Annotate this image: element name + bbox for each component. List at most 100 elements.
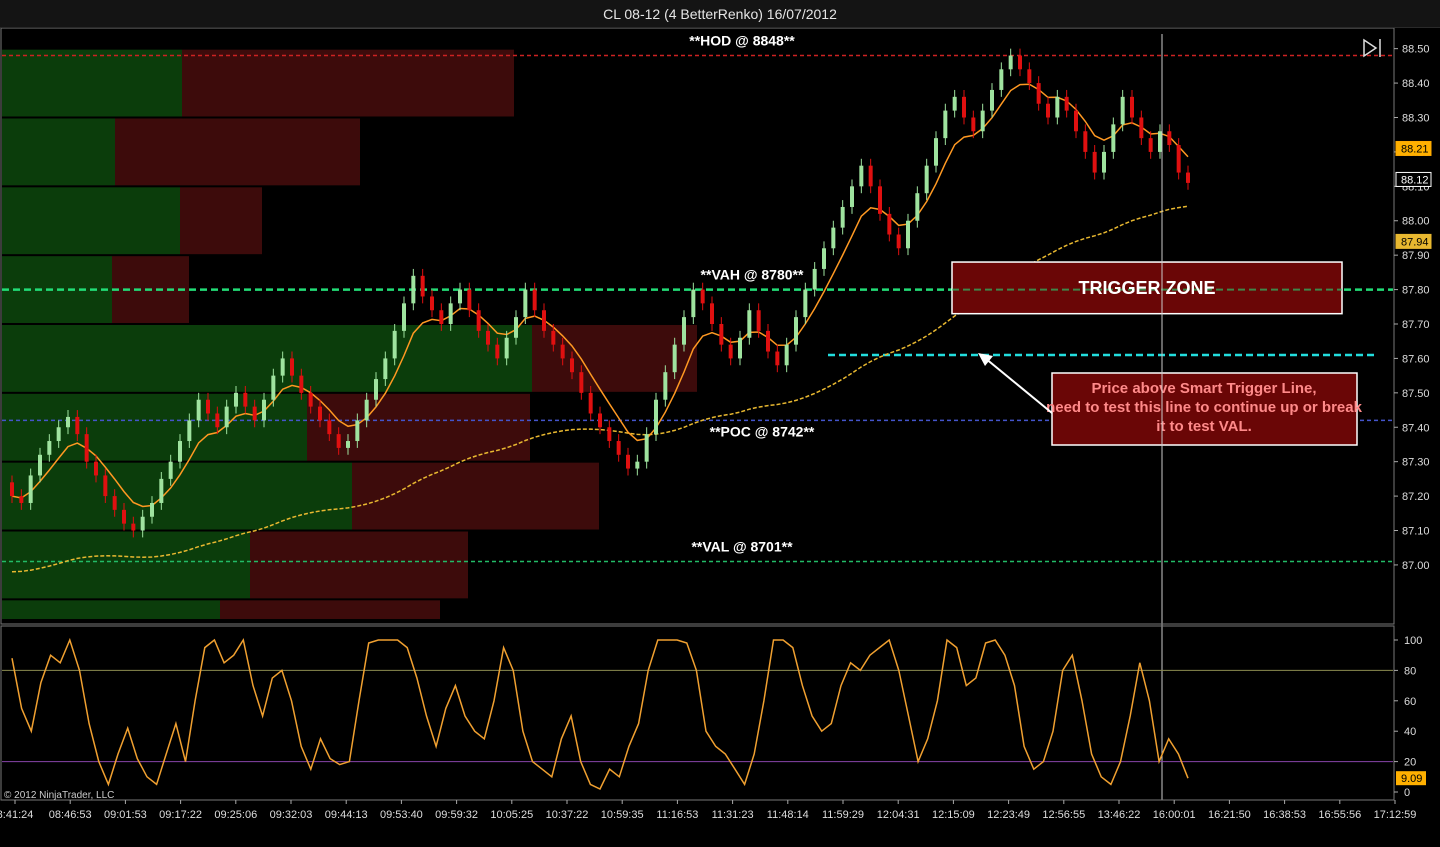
candle-body — [532, 289, 537, 311]
x-tick-label: 11:16:53 — [656, 809, 698, 821]
candle-body — [280, 358, 285, 376]
candle-body — [215, 413, 220, 428]
candle-body — [523, 289, 528, 318]
candle-body — [430, 296, 434, 311]
x-tick-label: 17:12:59 — [1374, 809, 1417, 821]
candle-body — [607, 427, 612, 442]
sma-price-tag: 87.94 — [1401, 236, 1429, 248]
candle-body — [411, 275, 416, 304]
candle-body — [476, 310, 481, 331]
candle-body — [1139, 117, 1144, 139]
candle-body — [710, 303, 714, 324]
candle-body — [122, 509, 126, 524]
candle-body — [887, 213, 892, 235]
stoch-tick-label: 60 — [1404, 696, 1416, 708]
vp-buy-bar — [2, 462, 352, 530]
candle-body — [1036, 83, 1041, 104]
y-tick-label: 88.30 — [1402, 112, 1430, 124]
candle-body — [1102, 151, 1106, 173]
candle-body — [1092, 151, 1097, 173]
candle-body — [822, 248, 826, 269]
candle-body — [971, 117, 976, 132]
y-tick-label: 87.10 — [1402, 526, 1430, 538]
candle-body — [635, 461, 640, 469]
x-tick-label: 12:56:55 — [1042, 809, 1085, 821]
y-tick-label: 88.00 — [1402, 216, 1430, 228]
candle-body — [794, 317, 798, 345]
candle-body — [1167, 131, 1172, 146]
candle-body — [626, 454, 630, 469]
candle-body — [570, 358, 574, 373]
candle-body — [458, 289, 462, 304]
level-label-vah: **VAH @ 8780** — [701, 267, 804, 283]
x-tick-label: 09:25:06 — [214, 809, 257, 821]
candle-body — [738, 337, 742, 359]
candle-body — [934, 138, 938, 166]
candle-body — [1018, 55, 1022, 70]
vp-sell-bar — [220, 600, 440, 619]
candle-body — [206, 399, 210, 414]
x-tick-label: 12:23:49 — [987, 809, 1030, 821]
x-tick-label: 11:59:29 — [822, 809, 864, 821]
candle-body — [38, 454, 42, 476]
candle-body — [448, 303, 453, 324]
x-tick-label: 10:37:22 — [546, 809, 589, 821]
candle-body — [131, 523, 136, 531]
candle-body — [159, 478, 164, 503]
candle-body — [243, 392, 248, 407]
x-tick-label: 13:46:22 — [1098, 809, 1141, 821]
candle-body — [682, 317, 686, 345]
last-price-tag: 88.21 — [1401, 143, 1429, 155]
vp-sell-bar — [180, 187, 262, 255]
candle-body — [1055, 96, 1060, 118]
candle-body — [1008, 55, 1013, 70]
candle-body — [840, 206, 845, 228]
candle-body — [187, 420, 192, 442]
x-tick-label: 12:15:09 — [932, 809, 975, 821]
candle-body — [1186, 172, 1190, 183]
candle-body — [1027, 69, 1032, 84]
y-tick-label: 87.40 — [1402, 422, 1430, 434]
candle-body — [551, 330, 556, 345]
vp-buy-bar — [2, 187, 180, 255]
candle-body — [318, 406, 322, 421]
vp-buy-bar — [2, 118, 115, 186]
candle-body — [1148, 138, 1153, 152]
level-label-poc: **POC @ 8742** — [710, 423, 815, 439]
candle-body — [392, 330, 397, 359]
x-tick-label: 09:44:13 — [325, 809, 368, 821]
candle-body — [467, 289, 472, 311]
candle-body — [336, 434, 341, 448]
x-tick-label: 11:48:14 — [767, 809, 809, 821]
candle-body — [542, 310, 546, 331]
stoch-tick-label: 100 — [1404, 635, 1422, 647]
candle-body — [654, 399, 658, 435]
x-tick-label: 16:38:53 — [1263, 809, 1306, 821]
note-line: Price above Smart Trigger Line, — [1091, 380, 1316, 397]
candle-body — [663, 372, 668, 400]
candle-body — [719, 324, 724, 345]
candle-body — [252, 406, 257, 421]
candle-body — [700, 289, 705, 304]
candle-body — [952, 96, 957, 111]
candle-body — [672, 344, 677, 373]
candle-body — [327, 420, 332, 435]
candle-body — [1083, 131, 1088, 152]
y-tick-label: 87.30 — [1402, 457, 1430, 469]
x-tick-label: 09:01:53 — [104, 809, 147, 821]
price-chart[interactable]: **HOD @ 8848** **VAH @ 8780** **POC @ 8742… — [0, 28, 1440, 847]
x-tick-label: 09:32:03 — [270, 809, 313, 821]
play-to-end-icon[interactable] — [1360, 38, 1384, 58]
x-tick-label: 11:31:23 — [712, 809, 754, 821]
candle-body — [84, 434, 89, 462]
candle-body — [1120, 96, 1125, 125]
candle-body — [486, 330, 490, 345]
candle-body — [168, 461, 173, 479]
candle-body — [224, 406, 229, 428]
candle-body — [56, 427, 61, 442]
vp-buy-bar — [2, 600, 220, 619]
y-tick-label: 87.70 — [1402, 319, 1430, 331]
candle-body — [1111, 124, 1116, 152]
candle-body — [906, 220, 910, 249]
candle-body — [850, 186, 854, 207]
